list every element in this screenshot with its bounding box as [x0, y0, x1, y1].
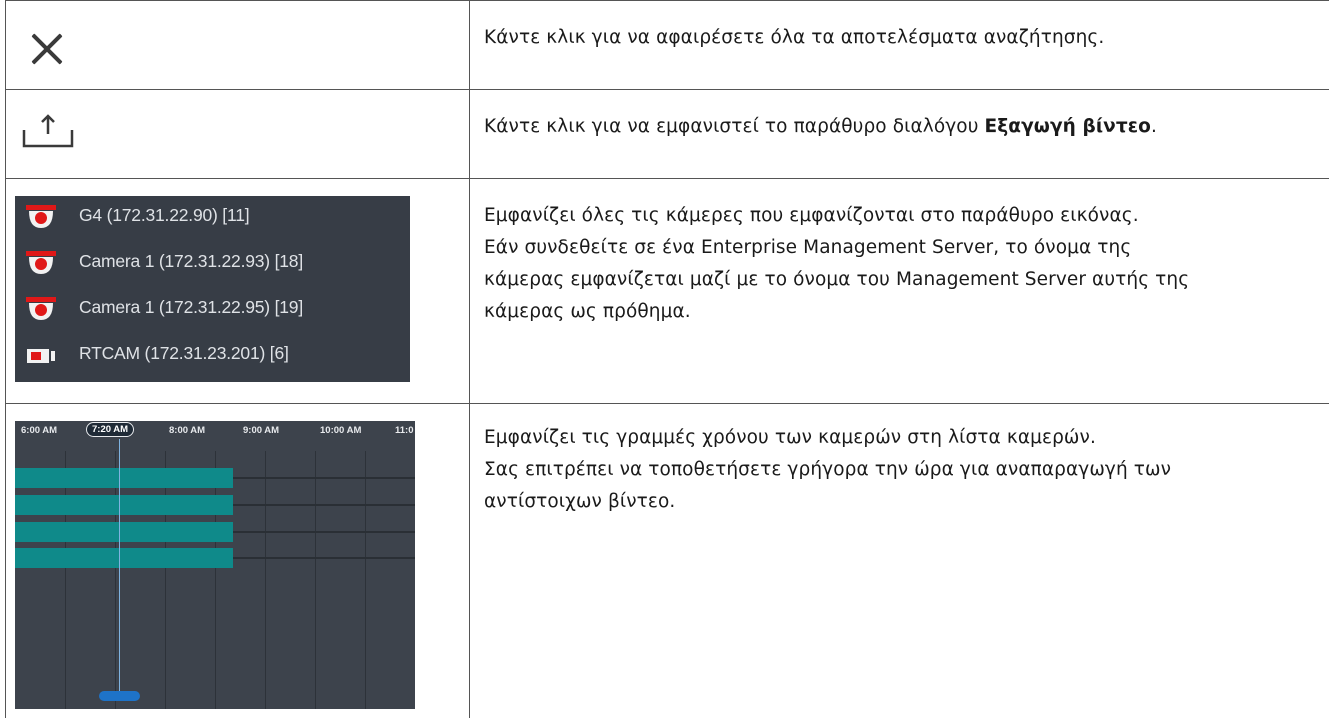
description-text-suffix: . — [1150, 116, 1157, 137]
timeline-gridline — [165, 451, 166, 709]
description-text-prefix: Κάντε κλικ για να εμφανιστεί το παράθυρο… — [484, 116, 985, 137]
recording-bar[interactable] — [15, 522, 233, 542]
recording-bar[interactable] — [15, 548, 233, 568]
camera-list: G4 (172.31.22.90) [11] Camera 1 (172.31.… — [15, 196, 410, 382]
timeline-scroll-handle[interactable] — [99, 691, 140, 701]
dome-camera-icon — [26, 297, 56, 320]
export-video-dialog-name: Εξαγωγή βίντεο — [984, 116, 1151, 137]
box-camera-icon — [27, 349, 55, 363]
timeline-tick-label: 9:00 AM — [243, 425, 280, 436]
column-divider — [469, 0, 470, 718]
row-divider — [5, 403, 1329, 404]
camera-list-item[interactable]: Camera 1 (172.31.22.95) [19] — [15, 288, 410, 328]
description-line: Σας επιτρέπει να τοποθετήσετε γρήγορα τη… — [484, 459, 1172, 480]
timeline-gridline — [65, 451, 66, 709]
description-text: Κάντε κλικ για να εμφανιστεί το παράθυρο… — [484, 111, 1314, 143]
icon-description-table: Κάντε κλικ για να αφαιρέσετε όλα τα αποτ… — [0, 0, 1329, 718]
table-left-border — [5, 0, 6, 718]
row-4-description: Εμφανίζει τις γραμμές χρόνου των καμερών… — [484, 422, 1314, 518]
camera-list-item[interactable]: G4 (172.31.22.90) [11] — [15, 196, 410, 236]
camera-label: RTCAM (172.31.23.201) [6] — [79, 343, 289, 363]
description-line: Εμφανίζει τις γραμμές χρόνου των καμερών… — [484, 427, 1096, 448]
row-3-description: Εμφανίζει όλες τις κάμερες που εμφανίζον… — [484, 200, 1314, 328]
row-divider — [5, 0, 1329, 1]
close-icon[interactable] — [30, 32, 64, 66]
timeline-track — [233, 531, 415, 533]
timeline-tick-label: 8:00 AM — [169, 425, 206, 436]
camera-timeline[interactable]: 6:00 AM 7:20 AM 8:00 AM 9:00 AM 10:00 AM… — [15, 421, 415, 709]
timeline-gridline — [365, 451, 366, 709]
timeline-track — [233, 477, 415, 479]
row-divider — [5, 178, 1329, 179]
camera-list-item[interactable]: Camera 1 (172.31.22.93) [18] — [15, 242, 410, 282]
row-1-description: Κάντε κλικ για να αφαιρέσετε όλα τα αποτ… — [484, 22, 1314, 54]
timeline-tick-label: 10:00 AM — [320, 425, 362, 436]
timeline-tick-label: 11:0 — [395, 425, 414, 436]
description-text: Κάντε κλικ για να αφαιρέσετε όλα τα αποτ… — [484, 27, 1105, 48]
recording-bar[interactable] — [15, 495, 233, 515]
camera-list-item[interactable]: RTCAM (172.31.23.201) [6] — [15, 334, 410, 374]
camera-label: Camera 1 (172.31.22.95) [19] — [79, 297, 303, 317]
current-time-badge: 7:20 AM — [86, 422, 135, 437]
dome-camera-icon — [26, 205, 56, 228]
description-line: Εάν συνδεθείτε σε ένα Enterprise Managem… — [484, 237, 1132, 258]
camera-label: Camera 1 (172.31.22.93) [18] — [79, 251, 303, 271]
export-icon[interactable] — [22, 110, 74, 150]
row-divider — [5, 89, 1329, 90]
timeline-gridline — [115, 451, 116, 709]
row-2-description: Κάντε κλικ για να εμφανιστεί το παράθυρο… — [484, 111, 1314, 143]
timeline-header: 6:00 AM 7:20 AM 8:00 AM 9:00 AM 10:00 AM… — [15, 421, 415, 443]
timeline-gridline — [265, 451, 266, 709]
timeline-tick-label: 6:00 AM — [21, 425, 58, 436]
dome-camera-icon — [26, 251, 56, 274]
description-line: κάμερας εμφανίζεται μαζί με το όνομα του… — [484, 269, 1190, 290]
recording-bar[interactable] — [15, 468, 233, 488]
timeline-gridline — [315, 451, 316, 709]
playback-cursor[interactable] — [119, 439, 120, 695]
timeline-track — [233, 557, 415, 559]
description-line: κάμερας ως πρόθημα. — [484, 301, 691, 322]
camera-label: G4 (172.31.22.90) [11] — [79, 205, 250, 225]
description-line: Εμφανίζει όλες τις κάμερες που εμφανίζον… — [484, 205, 1139, 226]
description-line: αντίστοιχων βίντεο. — [484, 491, 676, 512]
timeline-gridline — [215, 451, 216, 709]
timeline-track — [233, 504, 415, 506]
